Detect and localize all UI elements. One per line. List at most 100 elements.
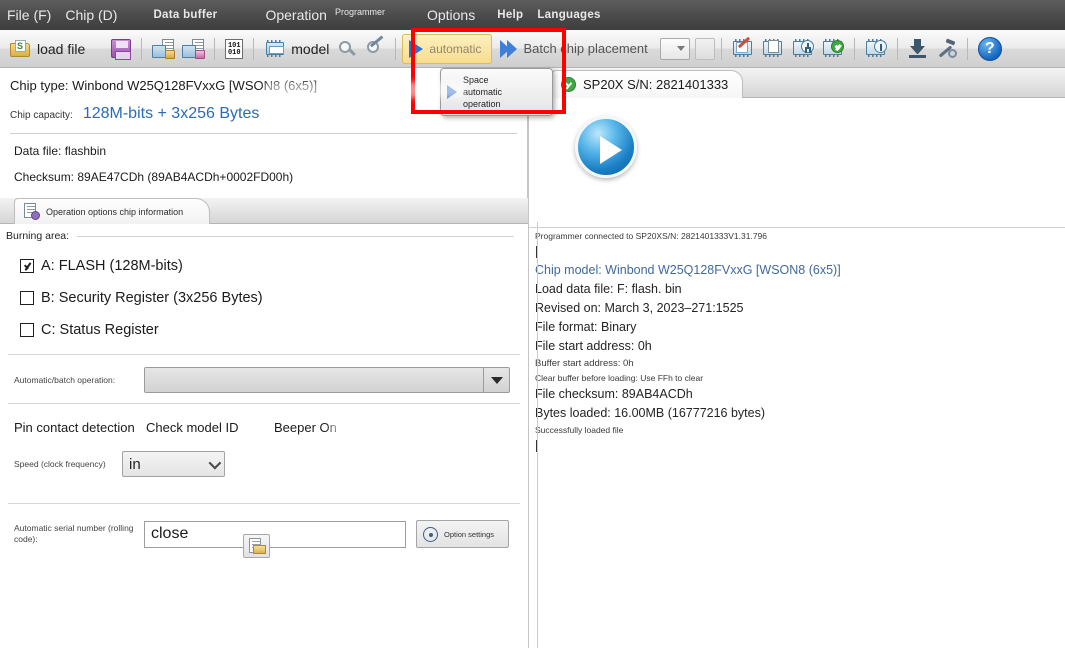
checkbox-status-register[interactable] [20,323,34,337]
auto-detect-button[interactable] [361,32,389,66]
pin-contact-detection-option[interactable]: Pin contact detection [14,420,146,435]
toolbar-separator-8 [966,37,968,60]
options-page-icon [23,203,40,220]
log-line: Buffer start address: 0h [535,358,634,369]
log-line: Clear buffer before loading: Use FFh to … [535,373,704,383]
popup-text: Space automatic operation [463,74,502,110]
hammer-gear-icon [936,38,957,58]
left-tab-strip: Operation options chip information [0,198,528,224]
read-chip-button[interactable] [861,32,891,66]
target-dot-icon [423,526,438,542]
toolbar-separator-6 [853,37,855,60]
auto-batch-combo[interactable] [144,367,510,393]
verify-chip-button[interactable] [818,32,848,66]
wand-chip-icon [365,35,385,58]
checkbox-flash-label: A: FLASH (128M-bits) [41,258,183,274]
save-buffer-button[interactable] [178,32,208,66]
tools-button[interactable] [932,32,961,66]
chip-model-button[interactable]: model [260,32,333,66]
load-file-button[interactable]: S load file [6,32,89,66]
speed-dropdown[interactable]: in [122,451,225,477]
batch-count-dropdown[interactable] [659,37,690,60]
floppy-save-icon [111,39,132,60]
menu-item-languages[interactable]: Languages [530,0,607,30]
burning-area-label: Burning area: [6,230,70,242]
menu-item-operation[interactable]: Operation [258,0,333,30]
file-to-chip-icon [182,39,206,59]
check-model-id-option[interactable]: Check model ID [146,420,274,435]
tab-label: Operation options chip information [46,206,184,217]
option-settings-button[interactable]: Option settings [416,520,509,548]
chevron-down-icon [490,376,503,384]
automatic-operation-button[interactable]: automatic [402,33,493,64]
batch-chip-placement-button[interactable]: Batch chip placement [492,34,655,64]
chevron-down-icon [676,46,685,51]
auto-batch-combo-button[interactable] [483,368,509,392]
status-register-settings-button[interactable] [243,534,270,558]
burning-area-header: Burning area: [0,224,528,242]
menu-item-file[interactable]: File (F) [0,0,58,30]
erase-chip-button[interactable] [728,32,758,66]
speed-label: Speed (clock frequency) [14,459,106,469]
log-line: File start address: 0h [535,339,652,353]
menu-item-options[interactable]: Options [420,0,482,30]
toolbar-separator-7 [896,37,898,60]
toolbar-separator-4 [395,37,397,60]
search-chip-button[interactable] [333,32,361,66]
toolbar-blank-button[interactable] [694,37,715,60]
speed-row: Speed (clock frequency) in [0,435,528,477]
checkbox-security-register-label: B: Security Register (3x256 Bytes) [41,290,263,306]
beeper-on-option[interactable]: Beeper On [274,420,337,435]
burning-area-rule [77,235,514,237]
application-window: File (F) Chip (D) Data buffer Operation … [0,0,1065,648]
data-file-text: Data file: flashbin [14,144,107,158]
log-line: Load data file: F: flash. bin [535,282,682,296]
auto-batch-value [145,368,483,392]
help-button[interactable]: ? [974,32,1006,66]
log-line: File format: Binary [535,320,637,334]
load-buffer-button[interactable] [148,32,178,66]
load-file-label: load file [37,40,86,57]
menu-item-chip[interactable]: Chip (D) [58,0,124,30]
burning-area-checkbox-list: A: FLASH (128M-bits) B: Security Registe… [0,242,528,338]
play-triangle-icon [447,85,457,99]
download-icon [908,39,928,58]
chip-model-icon [264,40,286,57]
checkbox-row-flash[interactable]: A: FLASH (128M-bits) [20,258,528,274]
open-folder-icon: S [10,39,32,58]
auto-batch-label: Automatic/batch operation: [14,374,116,385]
double-play-icon [500,39,518,58]
checkbox-flash[interactable] [20,259,34,273]
space-automatic-operation-popup[interactable]: Space automatic operation [440,68,553,116]
download-button[interactable] [904,32,932,66]
toolbar-separator-1 [141,37,143,60]
blank-check-button[interactable] [758,32,788,66]
speed-value: in [129,455,141,473]
checkbox-security-register[interactable] [20,291,34,305]
play-triangle-icon [409,39,424,58]
menu-item-data-buffer[interactable]: Data buffer [146,0,224,30]
serial-number-input[interactable]: close [144,520,406,548]
program-chip-button[interactable] [788,32,818,66]
chip-erase-icon [732,36,754,58]
log-left-rule [537,222,538,648]
chip-capacity-label: Chip capacity: [10,110,73,121]
checkbox-row-security-register[interactable]: B: Security Register (3x256 Bytes) [20,290,528,306]
log-output-pane[interactable]: Programmer connected to SP20XS/N: 282140… [529,229,1065,648]
tab-device-sp20x[interactable]: SP20X S/N: 2821401333 [552,70,744,98]
device-action-pane [529,98,1065,228]
data-buffer-button[interactable]: 101 010 [221,32,247,66]
chip-capacity-value: 128M-bits + 3x256 Bytes [82,105,260,122]
tab-operation-options[interactable]: Operation options chip information [14,198,210,224]
menu-item-help[interactable]: Help [490,0,530,30]
checkbox-row-status-register[interactable]: C: Status Register [20,322,528,338]
toolbar-separator-3 [253,37,255,60]
log-line: Successfully loaded file [535,425,624,435]
start-operation-button[interactable] [575,116,637,178]
batch-label: Batch chip placement [523,41,648,56]
menu-item-programmer[interactable]: Programmer [334,0,392,30]
settings-envelope-icon [253,545,266,554]
save-file-button[interactable] [107,32,135,66]
log-line: File checksum: 89AB4ACDh [535,387,693,401]
help-icon: ? [977,36,1002,61]
